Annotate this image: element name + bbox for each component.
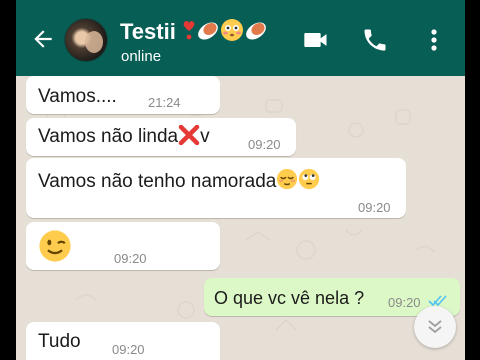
- winking-face-icon: [39, 230, 71, 262]
- double-chevron-down-icon: [428, 320, 442, 334]
- relieved-face-icon: [277, 168, 298, 190]
- chat-header: Testii online: [16, 0, 465, 76]
- phone-call-icon[interactable]: [361, 26, 389, 54]
- message-text: Tudo: [38, 331, 81, 352]
- message-bubble-incoming[interactable]: Vamos.... 21:24: [26, 76, 220, 114]
- message-text: Vamos não tenho namorada: [38, 171, 277, 192]
- message-time: 09:20: [112, 342, 145, 357]
- message-bubble-incoming[interactable]: Vamos não linda v 09:20: [26, 118, 296, 156]
- more-options-icon[interactable]: [424, 26, 444, 54]
- video-call-icon[interactable]: [302, 26, 330, 54]
- message-text: Vamos....: [38, 86, 117, 107]
- rugby-ball-icon: [246, 22, 266, 40]
- cross-mark-icon: [178, 125, 200, 145]
- message-time: 09:20: [388, 295, 421, 310]
- contact-name-row[interactable]: Testii: [120, 18, 268, 45]
- contact-name: Testii: [120, 19, 176, 44]
- back-arrow-icon[interactable]: [30, 26, 56, 52]
- flushed-face-icon: [220, 19, 243, 41]
- message-text-suffix: v: [200, 126, 210, 147]
- scroll-to-bottom-button[interactable]: [414, 306, 456, 348]
- message-time: 21:24: [148, 95, 181, 110]
- avatar[interactable]: [64, 18, 108, 62]
- message-time: 09:20: [248, 137, 281, 152]
- chat-screen: Testii online Vamos.... 21:24 Vamos não …: [16, 0, 465, 360]
- message-time: 09:20: [114, 251, 147, 266]
- name-emojis: [176, 19, 268, 44]
- message-bubble-incoming[interactable]: Vamos não tenho namorada 09:20: [26, 158, 406, 218]
- message-bubble-incoming[interactable]: Tudo 09:20: [26, 322, 220, 360]
- eye-roll-face-icon: [299, 168, 320, 190]
- contact-status: online: [121, 48, 162, 65]
- message-text-row: Vamos não linda v: [38, 125, 210, 148]
- message-text-row: Vamos não tenho namorada: [38, 168, 320, 193]
- heart-exclamation-icon: [183, 20, 195, 40]
- read-ticks-icon: [428, 295, 447, 307]
- message-text: Vamos não linda: [38, 126, 179, 147]
- message-bubble-incoming[interactable]: 09:20: [26, 222, 220, 270]
- rugby-ball-icon: [198, 22, 218, 40]
- message-text: O que vc vê nela ?: [214, 288, 365, 308]
- message-time: 09:20: [358, 200, 391, 215]
